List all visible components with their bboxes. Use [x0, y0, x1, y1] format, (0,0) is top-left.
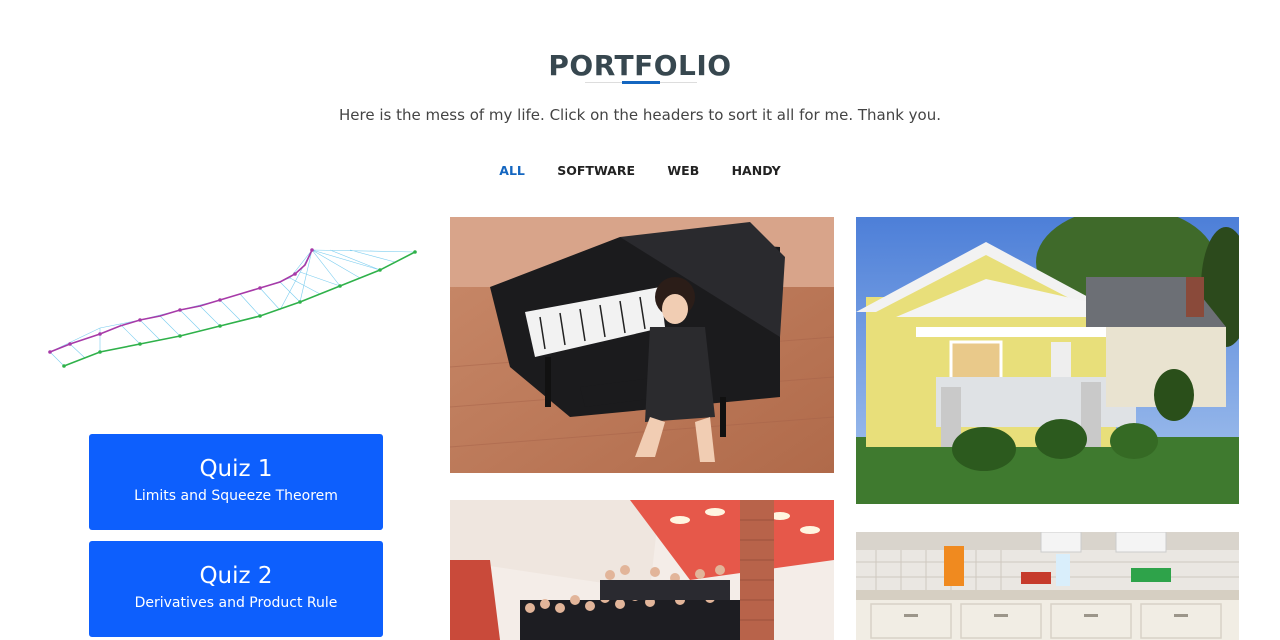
quiz-2-subtitle: Derivatives and Product Rule — [134, 595, 338, 611]
kitchen-photo-tile[interactable] — [856, 532, 1239, 640]
bridge-truss-image[interactable] — [40, 240, 430, 380]
quiz-2-title: Quiz 2 — [199, 563, 273, 589]
portfolio-filters: ALL SOFTWARE WEB HANDY — [0, 163, 1280, 178]
quiz-1-subtitle: Limits and Squeeze Theorem — [134, 488, 338, 504]
quiz-1-title: Quiz 1 — [199, 456, 273, 482]
piano-photo-tile[interactable] — [450, 217, 834, 473]
filter-web[interactable]: WEB — [667, 163, 699, 178]
filter-all[interactable]: ALL — [499, 163, 525, 178]
page-subtitle: Here is the mess of my life. Click on th… — [338, 106, 942, 124]
filter-software[interactable]: SOFTWARE — [557, 163, 635, 178]
page-title: PORTFOLIO — [548, 48, 732, 82]
quiz-2-button[interactable]: Quiz 2 Derivatives and Product Rule — [89, 541, 383, 637]
title-divider-accent — [622, 81, 660, 84]
house-photo-tile[interactable] — [856, 217, 1239, 504]
quiz-1-button[interactable]: Quiz 1 Limits and Squeeze Theorem — [89, 434, 383, 530]
filter-handy[interactable]: HANDY — [732, 163, 781, 178]
choir-photo-tile[interactable] — [450, 500, 834, 640]
